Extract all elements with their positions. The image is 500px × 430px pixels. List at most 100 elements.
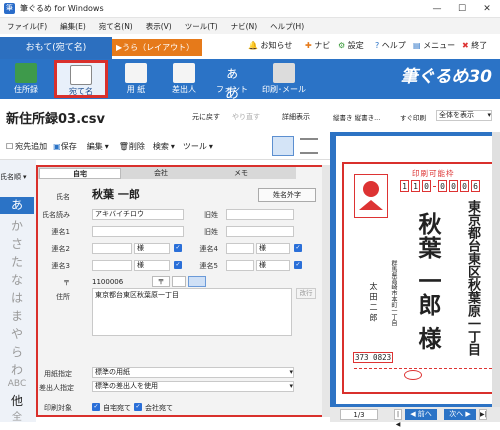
- ribbon-print[interactable]: 印刷･メール: [256, 59, 312, 99]
- tab-ura[interactable]: ▶うら（レイアウト）へ切替: [112, 39, 202, 69]
- navi-button[interactable]: ✚ ナビ: [305, 40, 330, 52]
- kyusei-input-2[interactable]: [226, 226, 294, 237]
- sort-select[interactable]: 氏名順 ▾: [0, 172, 34, 182]
- navi-label: ナビ: [314, 41, 331, 50]
- menu-atena[interactable]: 宛て名(N): [99, 21, 133, 32]
- renmei2-input[interactable]: [92, 243, 132, 254]
- exit-icon: ✖: [462, 41, 469, 50]
- paper-select[interactable]: 標準の用紙 ▾: [92, 367, 294, 378]
- index-tab[interactable]: 全: [0, 408, 34, 423]
- title-bar: 筆 筆ぐるめ for Windows — ☐ ✕: [0, 0, 500, 18]
- font-icon: ぁあ: [225, 66, 239, 102]
- zip-map-button[interactable]: [188, 276, 206, 287]
- close-icon[interactable]: ✕: [480, 2, 494, 16]
- menu-navi[interactable]: ナビ(N): [231, 21, 257, 32]
- zip-option-button[interactable]: [172, 276, 186, 287]
- ribbon-font[interactable]: ぁあ フォント: [208, 59, 256, 102]
- index-tab[interactable]: さ: [0, 235, 34, 252]
- renmei5-checkbox[interactable]: ✓: [294, 261, 302, 269]
- zoom-value: 全体を表示: [439, 111, 474, 119]
- index-tab[interactable]: わ: [0, 361, 34, 378]
- linebreak-button[interactable]: 改行: [296, 288, 316, 299]
- save-button[interactable]: 保存: [61, 141, 77, 152]
- address-input[interactable]: 東京都台東区秋葉原一丁目: [92, 288, 292, 336]
- renmei4-input[interactable]: [226, 243, 254, 254]
- index-tab[interactable]: た: [0, 253, 34, 270]
- menu-edit[interactable]: 編集(E): [60, 21, 86, 32]
- quick-print-button[interactable]: すぐ印刷: [400, 112, 426, 122]
- renmei3-honorific[interactable]: 様: [134, 260, 170, 271]
- index-tab[interactable]: ら: [0, 343, 34, 360]
- kyusei-label-2: 旧姓: [204, 228, 218, 236]
- paper-icon: [125, 63, 147, 83]
- index-tab[interactable]: あ: [0, 197, 34, 214]
- renmei3-checkbox[interactable]: ✓: [174, 261, 182, 269]
- gaiji-button[interactable]: 姓名外字: [258, 188, 316, 202]
- first-page-icon[interactable]: |◀: [394, 409, 402, 428]
- index-tab[interactable]: 他: [0, 392, 34, 409]
- edit-menu[interactable]: 編集: [87, 141, 103, 152]
- next-page-button[interactable]: 次へ ▶: [444, 409, 476, 420]
- index-tab[interactable]: な: [0, 271, 34, 288]
- tab-company[interactable]: 会社: [122, 168, 200, 179]
- maximize-icon[interactable]: ☐: [455, 2, 469, 16]
- menu-tool[interactable]: ツール(T): [185, 21, 218, 32]
- ribbon-jushoroku[interactable]: 住所録: [2, 59, 50, 99]
- gear-icon: ⚙: [338, 41, 346, 50]
- renmei4-checkbox[interactable]: ✓: [294, 244, 302, 252]
- settings-button[interactable]: ⚙ 設定: [338, 40, 364, 52]
- help-button[interactable]: ? ヘルプ: [375, 40, 406, 52]
- print-company-checkbox[interactable]: ✓: [134, 403, 142, 411]
- add-record-button[interactable]: 宛先追加: [15, 141, 47, 152]
- index-tab[interactable]: は: [0, 289, 34, 306]
- details-button[interactable]: 詳細表示: [282, 112, 310, 122]
- scrollbar[interactable]: [322, 165, 330, 417]
- index-tab[interactable]: ま: [0, 307, 34, 324]
- index-tab[interactable]: や: [0, 325, 34, 342]
- tab-home[interactable]: 自宅: [39, 168, 121, 179]
- renmei2-checkbox[interactable]: ✓: [174, 244, 182, 252]
- vertical-layout-button[interactable]: 縦書き 縦書き...: [333, 112, 380, 122]
- minimize-icon[interactable]: —: [430, 2, 444, 16]
- postmark-icon: [404, 370, 422, 380]
- menu-button[interactable]: ▤ メニュー: [413, 40, 455, 52]
- tab-omote[interactable]: おもて(宛て名): [0, 37, 112, 59]
- sender-select[interactable]: 標準の差出人を使用 ▾: [92, 381, 294, 392]
- last-page-icon[interactable]: ▶|: [479, 409, 487, 420]
- tab-memo[interactable]: メモ: [202, 168, 280, 179]
- menu-help[interactable]: ヘルプ(H): [270, 21, 304, 32]
- zoom-select[interactable]: 全体を表示 ▾: [436, 110, 492, 121]
- zip-lookup-button[interactable]: 〒: [152, 276, 170, 287]
- zip-input[interactable]: 1100006: [92, 278, 123, 286]
- delete-button[interactable]: 削除: [129, 141, 145, 152]
- renmei5-input[interactable]: [226, 260, 254, 271]
- renmei1-input[interactable]: [92, 226, 184, 237]
- renmei4-honorific[interactable]: 様: [256, 243, 290, 254]
- search-menu[interactable]: 検索: [153, 141, 169, 152]
- redo-button[interactable]: やり直す: [232, 112, 260, 122]
- yomi-input[interactable]: アキバイチロウ: [92, 209, 184, 220]
- prev-page-button[interactable]: ◀ 前へ: [405, 409, 437, 420]
- menu-file[interactable]: ファイル(F): [7, 21, 47, 32]
- menu-view[interactable]: 表示(V): [146, 21, 172, 32]
- ribbon-sender[interactable]: 差出人: [160, 59, 208, 99]
- preview-scrollbar[interactable]: [492, 132, 500, 407]
- index-tab[interactable]: か: [0, 217, 34, 234]
- exit-button[interactable]: ✖ 終了: [462, 40, 487, 52]
- renmei2-honorific[interactable]: 様: [134, 243, 170, 254]
- add-icon: ☐: [6, 142, 14, 151]
- print-home-checkbox[interactable]: ✓: [92, 403, 100, 411]
- ribbon-paper[interactable]: 用 紙: [112, 59, 160, 99]
- renmei3-input[interactable]: [92, 260, 132, 271]
- card-view-icon[interactable]: [272, 136, 294, 156]
- renmei5-honorific[interactable]: 様: [256, 260, 290, 271]
- undo-button[interactable]: 元に戻す: [192, 112, 220, 122]
- tool-menu[interactable]: ツール: [183, 141, 207, 152]
- index-tab[interactable]: ABC: [0, 379, 34, 389]
- oshirase-button[interactable]: 🔔 お知らせ: [248, 40, 292, 52]
- kyusei-input-1[interactable]: [226, 209, 294, 220]
- list-view-icon[interactable]: [300, 138, 318, 154]
- chevron-down-icon: ▾: [487, 111, 491, 119]
- ribbon-atena[interactable]: 宛て名: [54, 60, 108, 98]
- name-value[interactable]: 秋葉 一郎: [92, 186, 140, 202]
